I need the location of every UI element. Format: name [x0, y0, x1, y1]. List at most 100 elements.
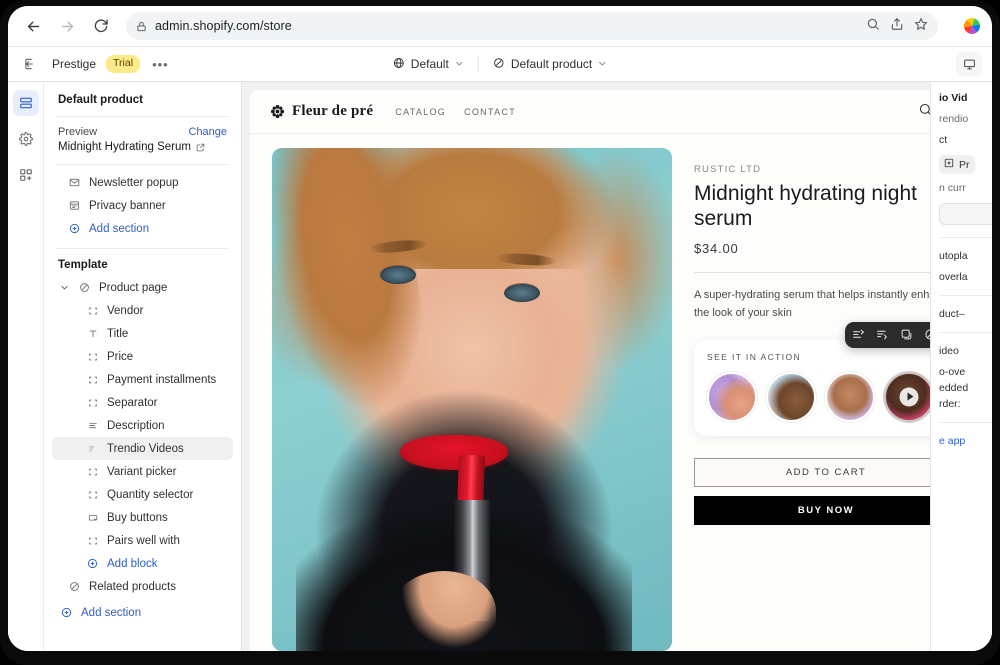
preview-product-name: Midnight Hydrating Serum	[58, 141, 191, 153]
envelope-icon	[68, 177, 81, 188]
search-icon[interactable]	[866, 17, 880, 36]
sidebar-block-title[interactable]: Title	[52, 322, 233, 345]
panel-input-field[interactable]	[939, 203, 992, 225]
store-brand-name: Fleur de pré	[292, 103, 374, 119]
play-icon[interactable]	[899, 387, 919, 407]
sidebar-block-label: Vendor	[107, 304, 144, 317]
nav-link-catalog[interactable]: CATALOG	[395, 107, 446, 117]
rainbow-extension-icon[interactable]	[964, 18, 980, 34]
rail-item-apps[interactable]	[13, 162, 39, 188]
preview-canvas: Fleur de pré CATALOG CONTACT RUSTIC LTD …	[242, 82, 992, 651]
sidebar-block-label: Buy buttons	[107, 511, 168, 524]
video-thumbnail-row	[707, 371, 945, 422]
product-description: A super-hydrating serum that helps insta…	[694, 288, 954, 319]
sidebar-block-payment-installments[interactable]: Payment installments	[52, 368, 233, 391]
top-sections-list: Newsletter popup Privacy banner Add sect…	[44, 165, 241, 248]
add-section-top-button[interactable]: Add section	[52, 217, 233, 240]
block-settings-panel: io Vid rendio ct Pr n curr utopla overla	[930, 82, 992, 651]
desktop-icon[interactable]	[956, 52, 982, 76]
move-block-icon[interactable]	[852, 328, 865, 341]
chevron-down-icon[interactable]	[60, 283, 70, 292]
sidebar-block-buy-buttons[interactable]: Buy buttons	[52, 506, 233, 529]
block-icon	[86, 306, 99, 316]
divider	[939, 422, 992, 423]
product-image[interactable]	[272, 148, 672, 651]
add-section-label: Add section	[81, 606, 142, 619]
buy-now-button[interactable]: BUY NOW	[694, 495, 958, 525]
star-icon[interactable]	[914, 17, 928, 36]
video-thumbnail-3[interactable]	[825, 371, 875, 422]
panel-line-ct: ct	[939, 134, 948, 146]
store-brand[interactable]: Fleur de pré	[270, 103, 373, 120]
panel-line-overlay[interactable]: overla	[939, 271, 992, 283]
add-section-bottom-button[interactable]: Add section	[52, 601, 233, 624]
video-thumbnail-2[interactable]	[766, 371, 816, 422]
trendio-videos-block[interactable]: SEE IT IN ACTION	[694, 321, 968, 436]
sidebar-item-related-products[interactable]: Related products	[52, 575, 233, 598]
panel-line-autoplay[interactable]: utopla	[939, 250, 992, 262]
share-icon[interactable]	[890, 17, 904, 36]
panel-chip-label: Pr	[959, 158, 970, 171]
sidebar-block-variant-picker[interactable]: Variant picker	[52, 460, 233, 483]
text-icon	[86, 329, 99, 339]
block-icon	[86, 375, 99, 385]
preview-product[interactable]: Midnight Hydrating Serum	[58, 141, 227, 153]
page-icon	[78, 282, 91, 293]
page-icon	[493, 57, 505, 72]
reload-icon[interactable]	[88, 13, 114, 39]
duplicate-block-icon[interactable]	[900, 328, 913, 341]
storefront-preview: Fleur de pré CATALOG CONTACT RUSTIC LTD …	[250, 90, 984, 651]
product-title: Midnight hydrating night serum	[694, 182, 917, 230]
block-icon	[86, 352, 99, 362]
panel-line-embed: edded	[939, 382, 969, 394]
sidebar-block-label: Title	[107, 327, 129, 340]
sidebar-block-quantity-selector[interactable]: Quantity selector	[52, 483, 233, 506]
theme-selector[interactable]: Default	[385, 54, 472, 75]
rail-item-sections[interactable]	[12, 90, 39, 116]
add-block-button[interactable]: Add block	[52, 552, 233, 575]
panel-line-order: rder:	[939, 398, 961, 410]
sidebar-item-product-page[interactable]: Product page	[52, 276, 233, 299]
forward-arrow-icon[interactable]	[54, 13, 80, 39]
sidebar-title: Default product	[58, 94, 143, 106]
add-to-cart-button[interactable]: ADD TO CART	[694, 457, 958, 487]
external-link-icon[interactable]	[196, 143, 205, 152]
banner-icon	[68, 200, 81, 211]
template-selector[interactable]: Default product	[485, 54, 615, 75]
template-selector-label: Default product	[510, 57, 593, 71]
app-block-icon	[86, 444, 99, 454]
nav-link-contact[interactable]: CONTACT	[464, 107, 516, 117]
back-arrow-icon[interactable]	[20, 13, 46, 39]
video-widget-title: SEE IT IN ACTION	[707, 351, 802, 362]
browser-toolbar: admin.shopify.com/store	[8, 6, 992, 46]
sidebar-block-label: Trendio Videos	[107, 442, 184, 455]
trial-badge: Trial	[106, 55, 141, 73]
sidebar-item-label: Related products	[89, 580, 176, 593]
sidebar-block-trendio-videos[interactable]: Trendio Videos	[52, 437, 233, 460]
sections-sidebar: Default product Preview Change Midnight …	[44, 82, 242, 651]
sidebar-item-newsletter-popup[interactable]: Newsletter popup	[52, 171, 233, 194]
video-thumbnail-1[interactable]	[707, 371, 757, 422]
product-vendor: RUSTIC LTD	[694, 164, 762, 175]
exit-icon[interactable]	[18, 52, 42, 76]
panel-product-chip[interactable]: Pr	[939, 155, 975, 174]
address-bar[interactable]: admin.shopify.com/store	[126, 12, 938, 40]
block-icon	[86, 490, 99, 500]
sidebar-block-pairs-well-with[interactable]: Pairs well with	[52, 529, 233, 552]
more-options-button[interactable]: •••	[150, 57, 171, 72]
sidebar-block-label: Description	[107, 419, 165, 432]
sidebar-block-description[interactable]: Description	[52, 414, 233, 437]
theme-selector-label: Default	[410, 57, 449, 71]
sidebar-block-separator[interactable]: Separator	[52, 391, 233, 414]
globe-icon	[393, 57, 405, 72]
reorder-block-icon[interactable]	[876, 328, 889, 341]
rail-item-settings[interactable]	[13, 126, 39, 152]
sidebar-item-privacy-banner[interactable]: Privacy banner	[52, 194, 233, 217]
page-icon	[68, 581, 81, 592]
video-thumbnail-4[interactable]	[884, 371, 934, 422]
change-preview-link[interactable]: Change	[188, 126, 227, 138]
sidebar-block-price[interactable]: Price	[52, 345, 233, 368]
sidebar-block-vendor[interactable]: Vendor	[52, 299, 233, 322]
panel-line-current: n curr	[939, 182, 966, 194]
panel-app-link[interactable]: e app	[939, 435, 992, 447]
